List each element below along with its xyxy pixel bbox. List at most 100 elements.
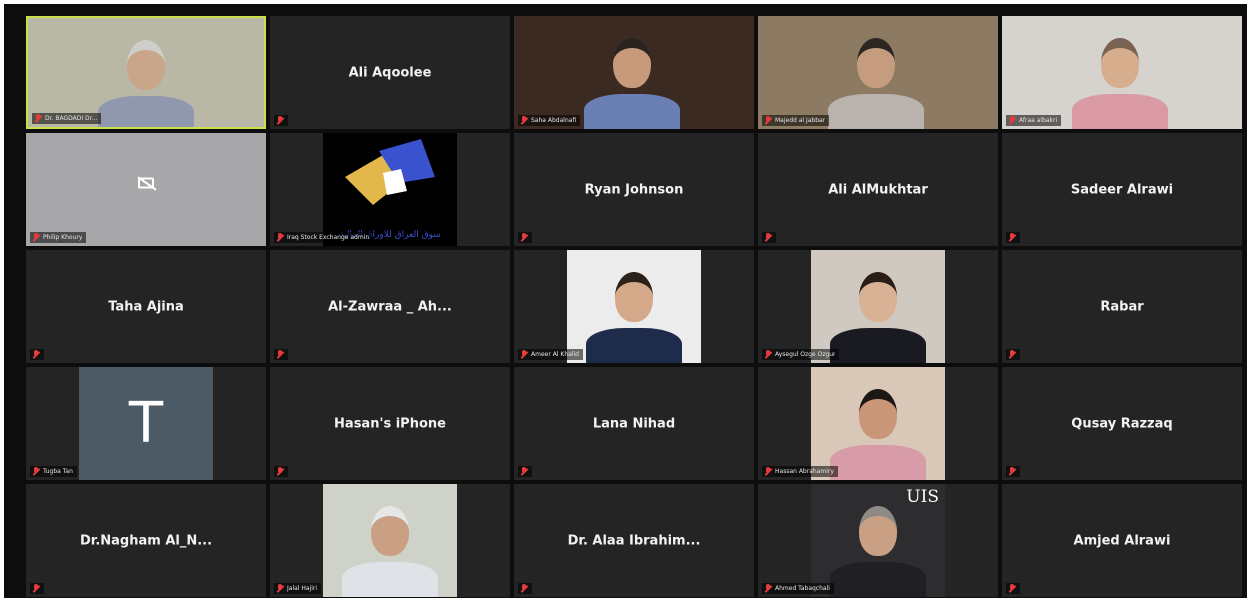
name-tag: Ahmed Tabaqchali [762,583,834,594]
name-tag: Iraq Stock Exchange admin [274,232,374,243]
participant-tile[interactable]: Afraa albakri [1002,16,1242,129]
participant-name: Dr.Nagham Al_N... [79,533,213,548]
name-tag-label: Philip Khoury [43,234,83,241]
participant-tile[interactable]: Dr. Alaa Ibrahim... [514,484,754,597]
muted-mic-icon [1009,116,1016,125]
video-feed [514,16,754,129]
name-tag: Ameer Al Khalid [518,349,583,360]
video-feed [758,16,998,129]
name-tag-label: Jalal Hajiri [287,585,318,592]
participant-tile[interactable]: Taha Ajina [26,250,266,363]
participant-name: Hasan's iPhone [334,416,446,431]
participant-name: Ali AlMukhtar [828,182,928,197]
name-tag-label: Dr. BAGDADI Dr... [45,115,98,122]
name-tag-label: Majedd al Jabbar [775,117,826,124]
participant-tile[interactable]: سوق العراق للاوراق المالية Iraq Stock Exc… [270,133,510,246]
participant-tile[interactable]: Saha Abdalnafi [514,16,754,129]
participant-name: Ryan Johnson [584,182,684,197]
muted-mic-icon [35,114,42,123]
name-tag [274,349,288,360]
name-tag: Aysegul Ozge Ozgur [762,349,840,360]
participant-tile[interactable]: Rabar [1002,250,1242,363]
muted-mic-icon [521,116,528,125]
muted-mic-icon [765,116,772,125]
avatar: T [79,367,213,480]
muted-mic-icon [765,350,772,359]
muted-mic-icon [33,233,40,242]
participant-tile[interactable]: Amjed Alrawi [1002,484,1242,597]
video-feed: UIS [811,484,945,597]
muted-mic-icon [765,584,772,593]
name-tag [274,466,288,477]
name-tag-label: Ameer Al Khalid [531,351,579,358]
name-tag-label: Ahmed Tabaqchali [775,585,830,592]
participant-name: Rabar [1100,299,1144,314]
video-feed [28,18,264,127]
name-tag-label: Saha Abdalnafi [531,117,577,124]
name-tag [274,115,288,126]
participant-name: Al-Zawraa _ Ah... [328,299,452,314]
name-tag-label: Afraa albakri [1019,117,1058,124]
participant-name: Lana Nihad [592,416,676,431]
participant-tile[interactable]: Al-Zawraa _ Ah... [270,250,510,363]
participant-name: Taha Ajina [108,299,184,314]
participant-tile[interactable]: T Tugba Tan [26,367,266,480]
participant-tile[interactable]: Ameer Al Khalid [514,250,754,363]
muted-mic-icon [521,584,528,593]
participant-tile[interactable]: Dr. BAGDADI Dr... [26,16,266,129]
name-tag: Saha Abdalnafi [518,115,581,126]
name-tag [518,583,532,594]
muted-mic-icon [1009,350,1016,359]
muted-mic-icon [33,467,40,476]
name-tag [1006,349,1020,360]
participant-tile[interactable]: Sadeer Alrawi [1002,133,1242,246]
participant-tile[interactable]: Jalal Hajiri [270,484,510,597]
muted-mic-icon [277,350,284,359]
video-feed [811,250,945,363]
name-tag-label: Hassan Abrahamiry [775,468,834,475]
participant-tile[interactable]: Ali Aqoolee [270,16,510,129]
muted-mic-icon [1009,467,1016,476]
participant-name: Ali Aqoolee [348,65,432,80]
name-tag: Dr. BAGDADI Dr... [32,113,102,124]
name-tag [1006,583,1020,594]
camera-off-icon [138,177,154,189]
muted-mic-icon [521,467,528,476]
participant-tile[interactable]: UIS Ahmed Tabaqchali [758,484,998,597]
muted-mic-icon [765,467,772,476]
participant-name: Sadeer Alrawi [1070,182,1174,197]
name-tag [30,349,44,360]
video-feed [1002,16,1242,129]
name-tag [1006,232,1020,243]
participant-tile[interactable]: Majedd al Jabbar [758,16,998,129]
video-feed [811,367,945,480]
participant-tile[interactable]: Ali AlMukhtar [758,133,998,246]
muted-mic-icon [277,467,284,476]
participant-tile[interactable]: Philip Khoury [26,133,266,246]
name-tag: Tugba Tan [30,466,77,477]
name-tag [518,232,532,243]
name-tag-label: Iraq Stock Exchange admin [287,234,370,241]
name-tag [518,466,532,477]
participant-name: Qusay Razzaq [1071,416,1173,431]
meeting-window: Dr. BAGDADI Dr... Ali Aqoolee Saha Abdalna… [4,4,1247,598]
participant-tile[interactable]: Aysegul Ozge Ozgur [758,250,998,363]
participant-tile[interactable]: Lana Nihad [514,367,754,480]
participant-tile[interactable]: Hassan Abrahamiry [758,367,998,480]
participant-tile[interactable]: Ryan Johnson [514,133,754,246]
participant-tile[interactable]: Hasan's iPhone [270,367,510,480]
muted-mic-icon [765,233,772,242]
muted-mic-icon [33,350,40,359]
video-feed [323,484,457,597]
muted-mic-icon [1009,584,1016,593]
name-tag: Majedd al Jabbar [762,115,830,126]
participant-tile[interactable]: Dr.Nagham Al_N... [26,484,266,597]
participant-tile[interactable]: Qusay Razzaq [1002,367,1242,480]
muted-mic-icon [1009,233,1016,242]
gallery-grid: Dr. BAGDADI Dr... Ali Aqoolee Saha Abdalna… [26,16,1242,597]
participant-name: Dr. Alaa Ibrahim... [567,533,701,548]
participant-name: Amjed Alrawi [1073,533,1171,548]
muted-mic-icon [521,350,528,359]
name-tag: Philip Khoury [30,232,87,243]
muted-mic-icon [277,116,284,125]
